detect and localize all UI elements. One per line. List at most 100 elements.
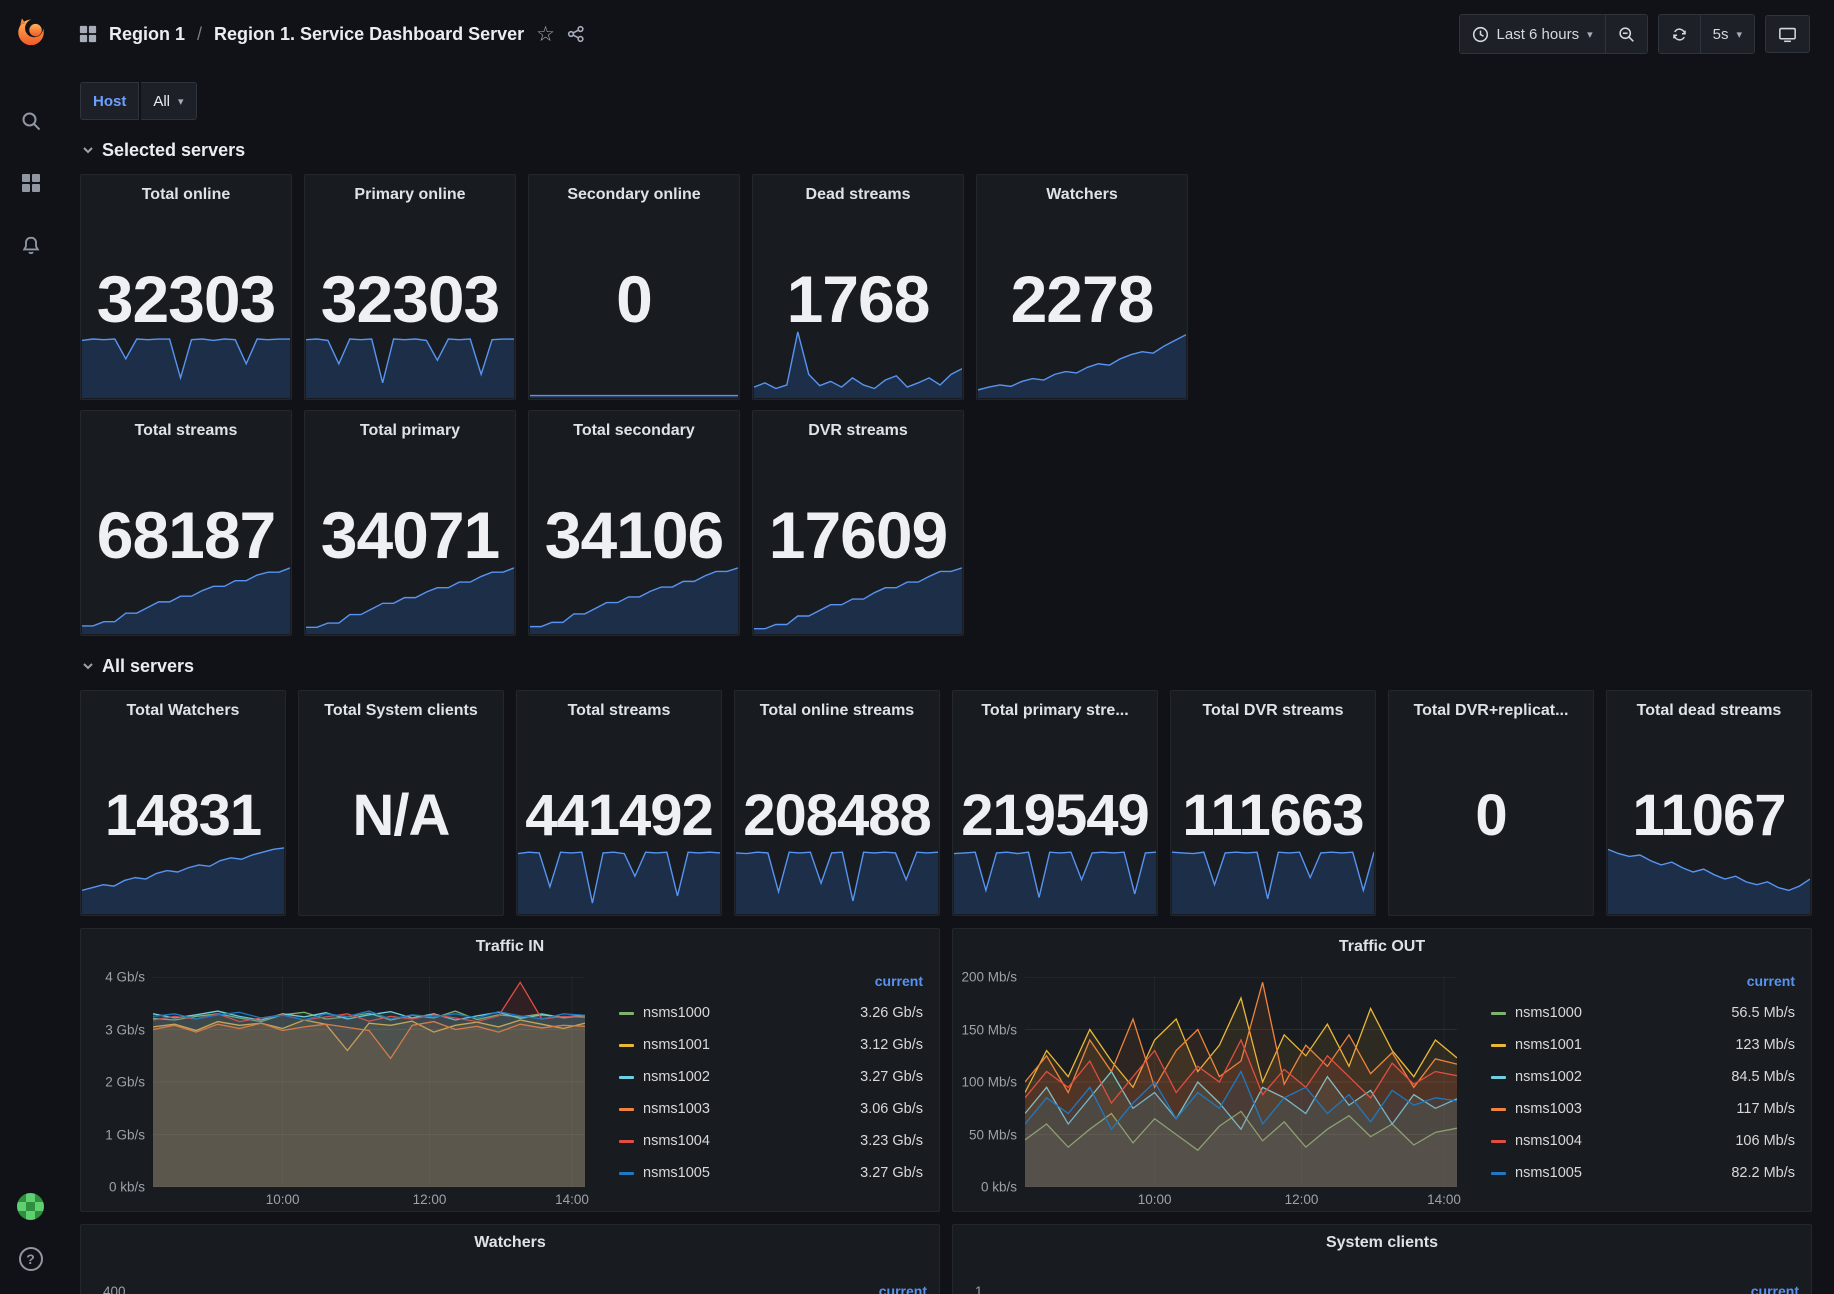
legend-item[interactable]: nsms1000 3.26 Gb/s	[619, 997, 923, 1029]
stat-panel[interactable]: Dead streams 1768	[752, 174, 964, 400]
magnifier-minus-icon	[1618, 26, 1635, 43]
chevron-down-icon	[82, 144, 94, 156]
variable-label-host[interactable]: Host	[80, 82, 139, 120]
legend-item[interactable]: nsms1003 3.06 Gb/s	[619, 1093, 923, 1125]
y-axis: 0 kb/s1 Gb/s2 Gb/s3 Gb/s4 Gb/s	[89, 977, 153, 1187]
tv-mode-button[interactable]	[1765, 15, 1810, 53]
stat-panel[interactable]: Total online streams 208488	[734, 690, 940, 916]
stat-panel[interactable]: Total streams 441492	[516, 690, 722, 916]
stat-panel-value: 68187	[81, 435, 291, 635]
legend-item[interactable]: nsms1005 82.2 Mb/s	[1491, 1157, 1795, 1189]
legend-item[interactable]: nsms1005 3.27 Gb/s	[619, 1157, 923, 1189]
y-axis-label: 1	[975, 1284, 983, 1294]
legend-current-header[interactable]: current	[1751, 1283, 1799, 1294]
y-axis-label: 150 Mb/s	[961, 1022, 1017, 1037]
refresh-button[interactable]	[1659, 15, 1700, 53]
sidebar-nav	[12, 102, 50, 264]
stat-panel[interactable]: Total DVR streams 111663	[1170, 690, 1376, 916]
row-header-selected-servers[interactable]: Selected servers	[82, 136, 1815, 164]
stat-panel[interactable]: Secondary online 0	[528, 174, 740, 400]
legend-item[interactable]: nsms1003 117 Mb/s	[1491, 1093, 1795, 1125]
legend-item[interactable]: nsms1001 123 Mb/s	[1491, 1029, 1795, 1061]
series-color-line	[1491, 1140, 1506, 1143]
share-icon[interactable]	[567, 25, 585, 43]
stat-panel[interactable]: Total System clients N/A	[298, 690, 504, 916]
stat-panel[interactable]: Total online 32303	[80, 174, 292, 400]
stat-panel-value: 0	[1389, 715, 1593, 915]
sidebar: ?	[0, 0, 61, 1294]
series-color-line	[619, 1044, 634, 1047]
series-name[interactable]: nsms1003	[643, 1101, 710, 1117]
stat-panel[interactable]: Total secondary 34106	[528, 410, 740, 636]
clock-icon	[1472, 26, 1489, 43]
stat-panel[interactable]: Total primary 34071	[304, 410, 516, 636]
variable-value-dropdown[interactable]: All ▾	[141, 82, 196, 120]
chart-plot-area[interactable]: 10:0012:0014:00	[153, 977, 585, 1187]
legend-current-header[interactable]: current	[879, 1283, 927, 1294]
legend-current-header[interactable]: current	[1491, 973, 1795, 997]
chart-plot-area[interactable]: 10:0012:0014:00	[1025, 977, 1457, 1187]
legend-current-header[interactable]: current	[619, 973, 923, 997]
help-icon[interactable]: ?	[12, 1240, 50, 1278]
panel-title[interactable]: Traffic IN	[81, 929, 939, 965]
alerts-bell-icon[interactable]	[12, 226, 50, 264]
series-name[interactable]: nsms1000	[1515, 1005, 1582, 1021]
top-navbar: Region 1 / Region 1. Service Dashboard S…	[61, 0, 1834, 68]
breadcrumb-folder[interactable]: Region 1	[109, 24, 185, 45]
dashboard-toolbar: Last 6 hours ▾	[1459, 14, 1810, 54]
legend-item[interactable]: nsms1002 84.5 Mb/s	[1491, 1061, 1795, 1093]
stat-panel[interactable]: DVR streams 17609	[752, 410, 964, 636]
series-name[interactable]: nsms1002	[1515, 1069, 1582, 1085]
panel-title[interactable]: System clients	[953, 1225, 1811, 1261]
series-name[interactable]: nsms1001	[1515, 1037, 1582, 1053]
chevron-down-icon	[82, 660, 94, 672]
stat-panel-value: 32303	[305, 199, 515, 399]
panel-title[interactable]: Traffic OUT	[953, 929, 1811, 965]
series-name[interactable]: nsms1003	[1515, 1101, 1582, 1117]
dashboards-icon[interactable]	[12, 164, 50, 202]
series-color-line	[619, 1172, 634, 1175]
grafana-logo[interactable]	[12, 12, 50, 50]
grafana-dashboard: ? Region 1 / Region 1. Service Dashboard…	[0, 0, 1834, 1294]
series-color-line	[619, 1076, 634, 1079]
series-name[interactable]: nsms1004	[1515, 1133, 1582, 1149]
series-name[interactable]: nsms1000	[643, 1005, 710, 1021]
series-name[interactable]: nsms1005	[643, 1165, 710, 1181]
series-name[interactable]: nsms1004	[643, 1133, 710, 1149]
panel-title[interactable]: Watchers	[81, 1225, 939, 1261]
stat-row-2: Total streams 68187 Total primary 34071 …	[80, 410, 1815, 636]
zoom-out-button[interactable]	[1605, 15, 1647, 53]
stat-panel[interactable]: Total primary stre... 219549	[952, 690, 1158, 916]
dashboard-grid-icon	[79, 25, 97, 43]
search-icon[interactable]	[12, 102, 50, 140]
y-axis: 0 kb/s50 Mb/s100 Mb/s150 Mb/s200 Mb/s	[961, 977, 1025, 1187]
series-color-line	[619, 1108, 634, 1111]
stat-panel[interactable]: Primary online 32303	[304, 174, 516, 400]
legend-item[interactable]: nsms1002 3.27 Gb/s	[619, 1061, 923, 1093]
series-name[interactable]: nsms1002	[643, 1069, 710, 1085]
stat-panel[interactable]: Watchers 2278	[976, 174, 1188, 400]
stat-panel[interactable]: Total dead streams 11067	[1606, 690, 1812, 916]
x-axis-label: 12:00	[1285, 1192, 1319, 1207]
stat-panel[interactable]: Total streams 68187	[80, 410, 292, 636]
refresh-interval-picker[interactable]: 5s ▾	[1700, 15, 1754, 53]
stat-panel[interactable]: Total DVR+replicat... 0	[1388, 690, 1594, 916]
main-area: Region 1 / Region 1. Service Dashboard S…	[61, 0, 1834, 1294]
series-name[interactable]: nsms1005	[1515, 1165, 1582, 1181]
y-axis-label: 100 Mb/s	[961, 1075, 1017, 1090]
row-header-all-servers[interactable]: All servers	[82, 652, 1815, 680]
legend-item[interactable]: nsms1001 3.12 Gb/s	[619, 1029, 923, 1061]
user-avatar[interactable]	[17, 1193, 44, 1220]
series-name[interactable]: nsms1001	[643, 1037, 710, 1053]
legend-item[interactable]: nsms1004 106 Mb/s	[1491, 1125, 1795, 1157]
star-icon[interactable]: ☆	[536, 22, 555, 47]
stat-panel[interactable]: Total Watchers 14831	[80, 690, 286, 916]
series-current-value: 3.27 Gb/s	[860, 1165, 923, 1181]
legend-item[interactable]: nsms1000 56.5 Mb/s	[1491, 997, 1795, 1029]
time-range-picker[interactable]: Last 6 hours ▾	[1460, 15, 1605, 53]
y-axis-label: 200 Mb/s	[961, 970, 1017, 985]
y-axis-label: 0 kb/s	[981, 1180, 1017, 1195]
series-current-value: 84.5 Mb/s	[1731, 1069, 1795, 1085]
chevron-down-icon: ▾	[1736, 28, 1742, 41]
legend-item[interactable]: nsms1004 3.23 Gb/s	[619, 1125, 923, 1157]
